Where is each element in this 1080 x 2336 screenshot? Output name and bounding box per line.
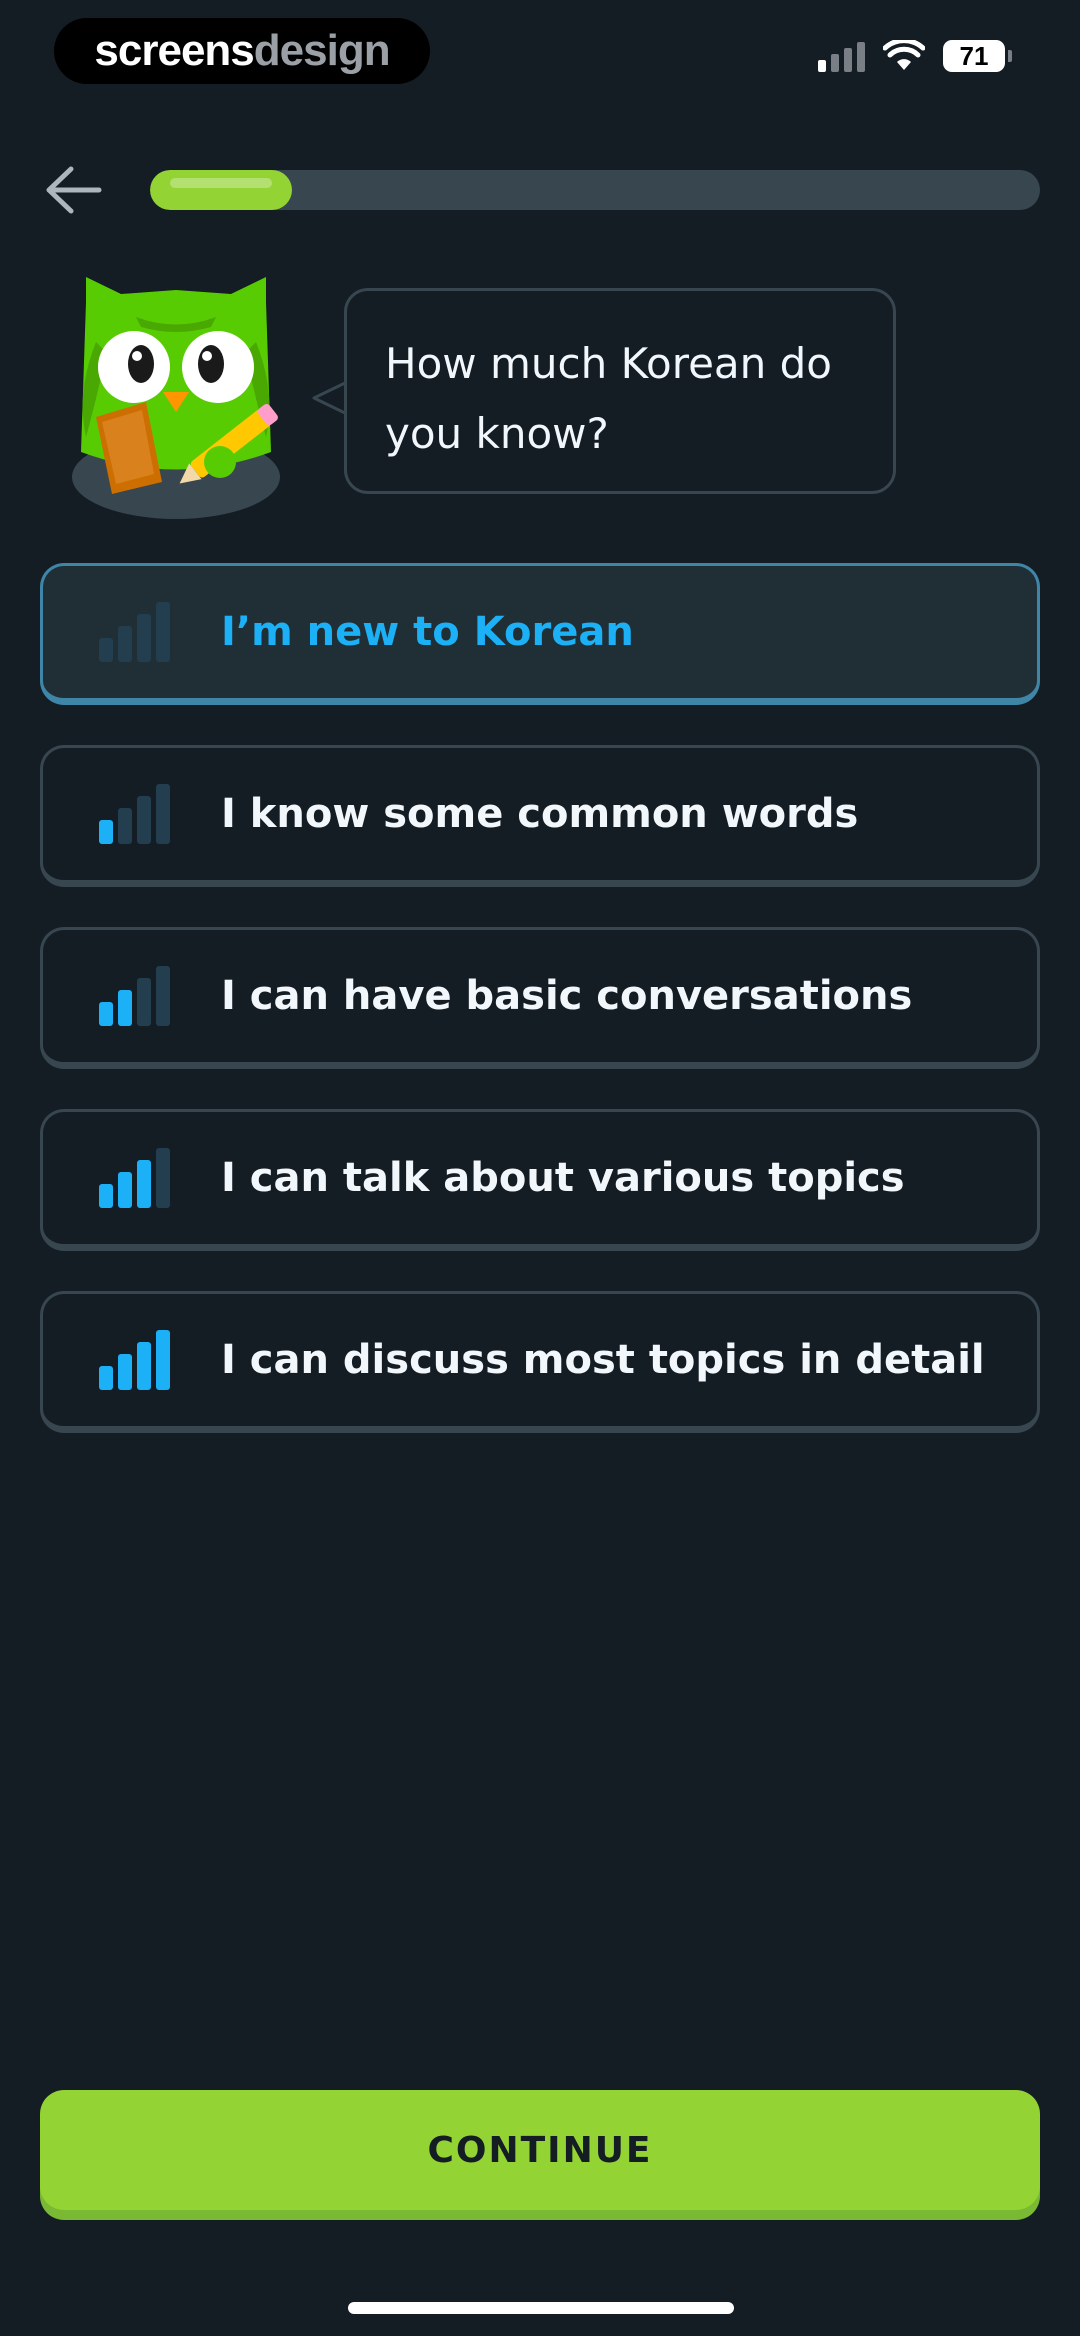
signal-bar [118,990,132,1026]
signal-bar [118,626,132,662]
signal-bar [118,1172,132,1208]
signal-bars-icon [99,602,179,662]
option-label: I know some common words [221,791,859,837]
signal-bar [99,1002,113,1026]
option-new-to-korean[interactable]: I’m new to Korean [40,563,1040,705]
signal-bar [156,1330,170,1390]
wifi-icon [883,40,925,70]
signal-bar [137,1342,151,1390]
signal-bars-icon [99,1330,179,1390]
signal-bar [99,638,113,662]
signal-bar [137,978,151,1026]
signal-bar [99,820,113,844]
option-most-topics-detail[interactable]: I can discuss most topics in detail [40,1291,1040,1433]
home-indicator[interactable] [348,2302,734,2314]
continue-button[interactable]: CONTINUE [40,2090,1040,2210]
option-label: I can have basic conversations [221,973,913,1019]
signal-bar [118,808,132,844]
option-label: I can talk about various topics [221,1155,905,1201]
option-basic-conversations[interactable]: I can have basic conversations [40,927,1040,1069]
watermark-part-2: design [253,26,391,75]
signal-bar [156,602,170,662]
signal-bar [156,1148,170,1208]
signal-bars-icon [99,1148,179,1208]
progress-fill [150,170,293,210]
signal-bar [156,784,170,844]
battery-level: 71 [943,40,1005,72]
speech-bubble: How much Korean do you know? [344,288,896,494]
status-icons: 71 [818,40,1012,72]
owl-mascot [72,277,280,519]
option-label: I can discuss most topics in detail [221,1337,985,1383]
signal-bar [99,1184,113,1208]
progress-bar [150,170,1040,210]
option-various-topics[interactable]: I can talk about various topics [40,1109,1040,1251]
signal-bar [99,1366,113,1390]
option-label: I’m new to Korean [221,609,634,655]
watermark-part-1: screens [94,26,254,75]
arrow-left-icon [46,166,102,214]
option-common-words[interactable]: I know some common words [40,745,1040,887]
screensdesign-watermark: screens design [54,18,430,84]
signal-bar [156,966,170,1026]
proficiency-options: I’m new to Korean I know some common wor… [40,563,1040,1473]
question-text: How much Korean do you know? [385,339,832,458]
signal-bars-icon [99,966,179,1026]
back-button[interactable] [38,158,108,222]
cell-signal-icon [818,40,865,72]
signal-bar [137,796,151,844]
signal-bar [137,614,151,662]
signal-bars-icon [99,784,179,844]
signal-bar [137,1160,151,1208]
signal-bar [118,1354,132,1390]
battery-icon: 71 [943,40,1012,72]
